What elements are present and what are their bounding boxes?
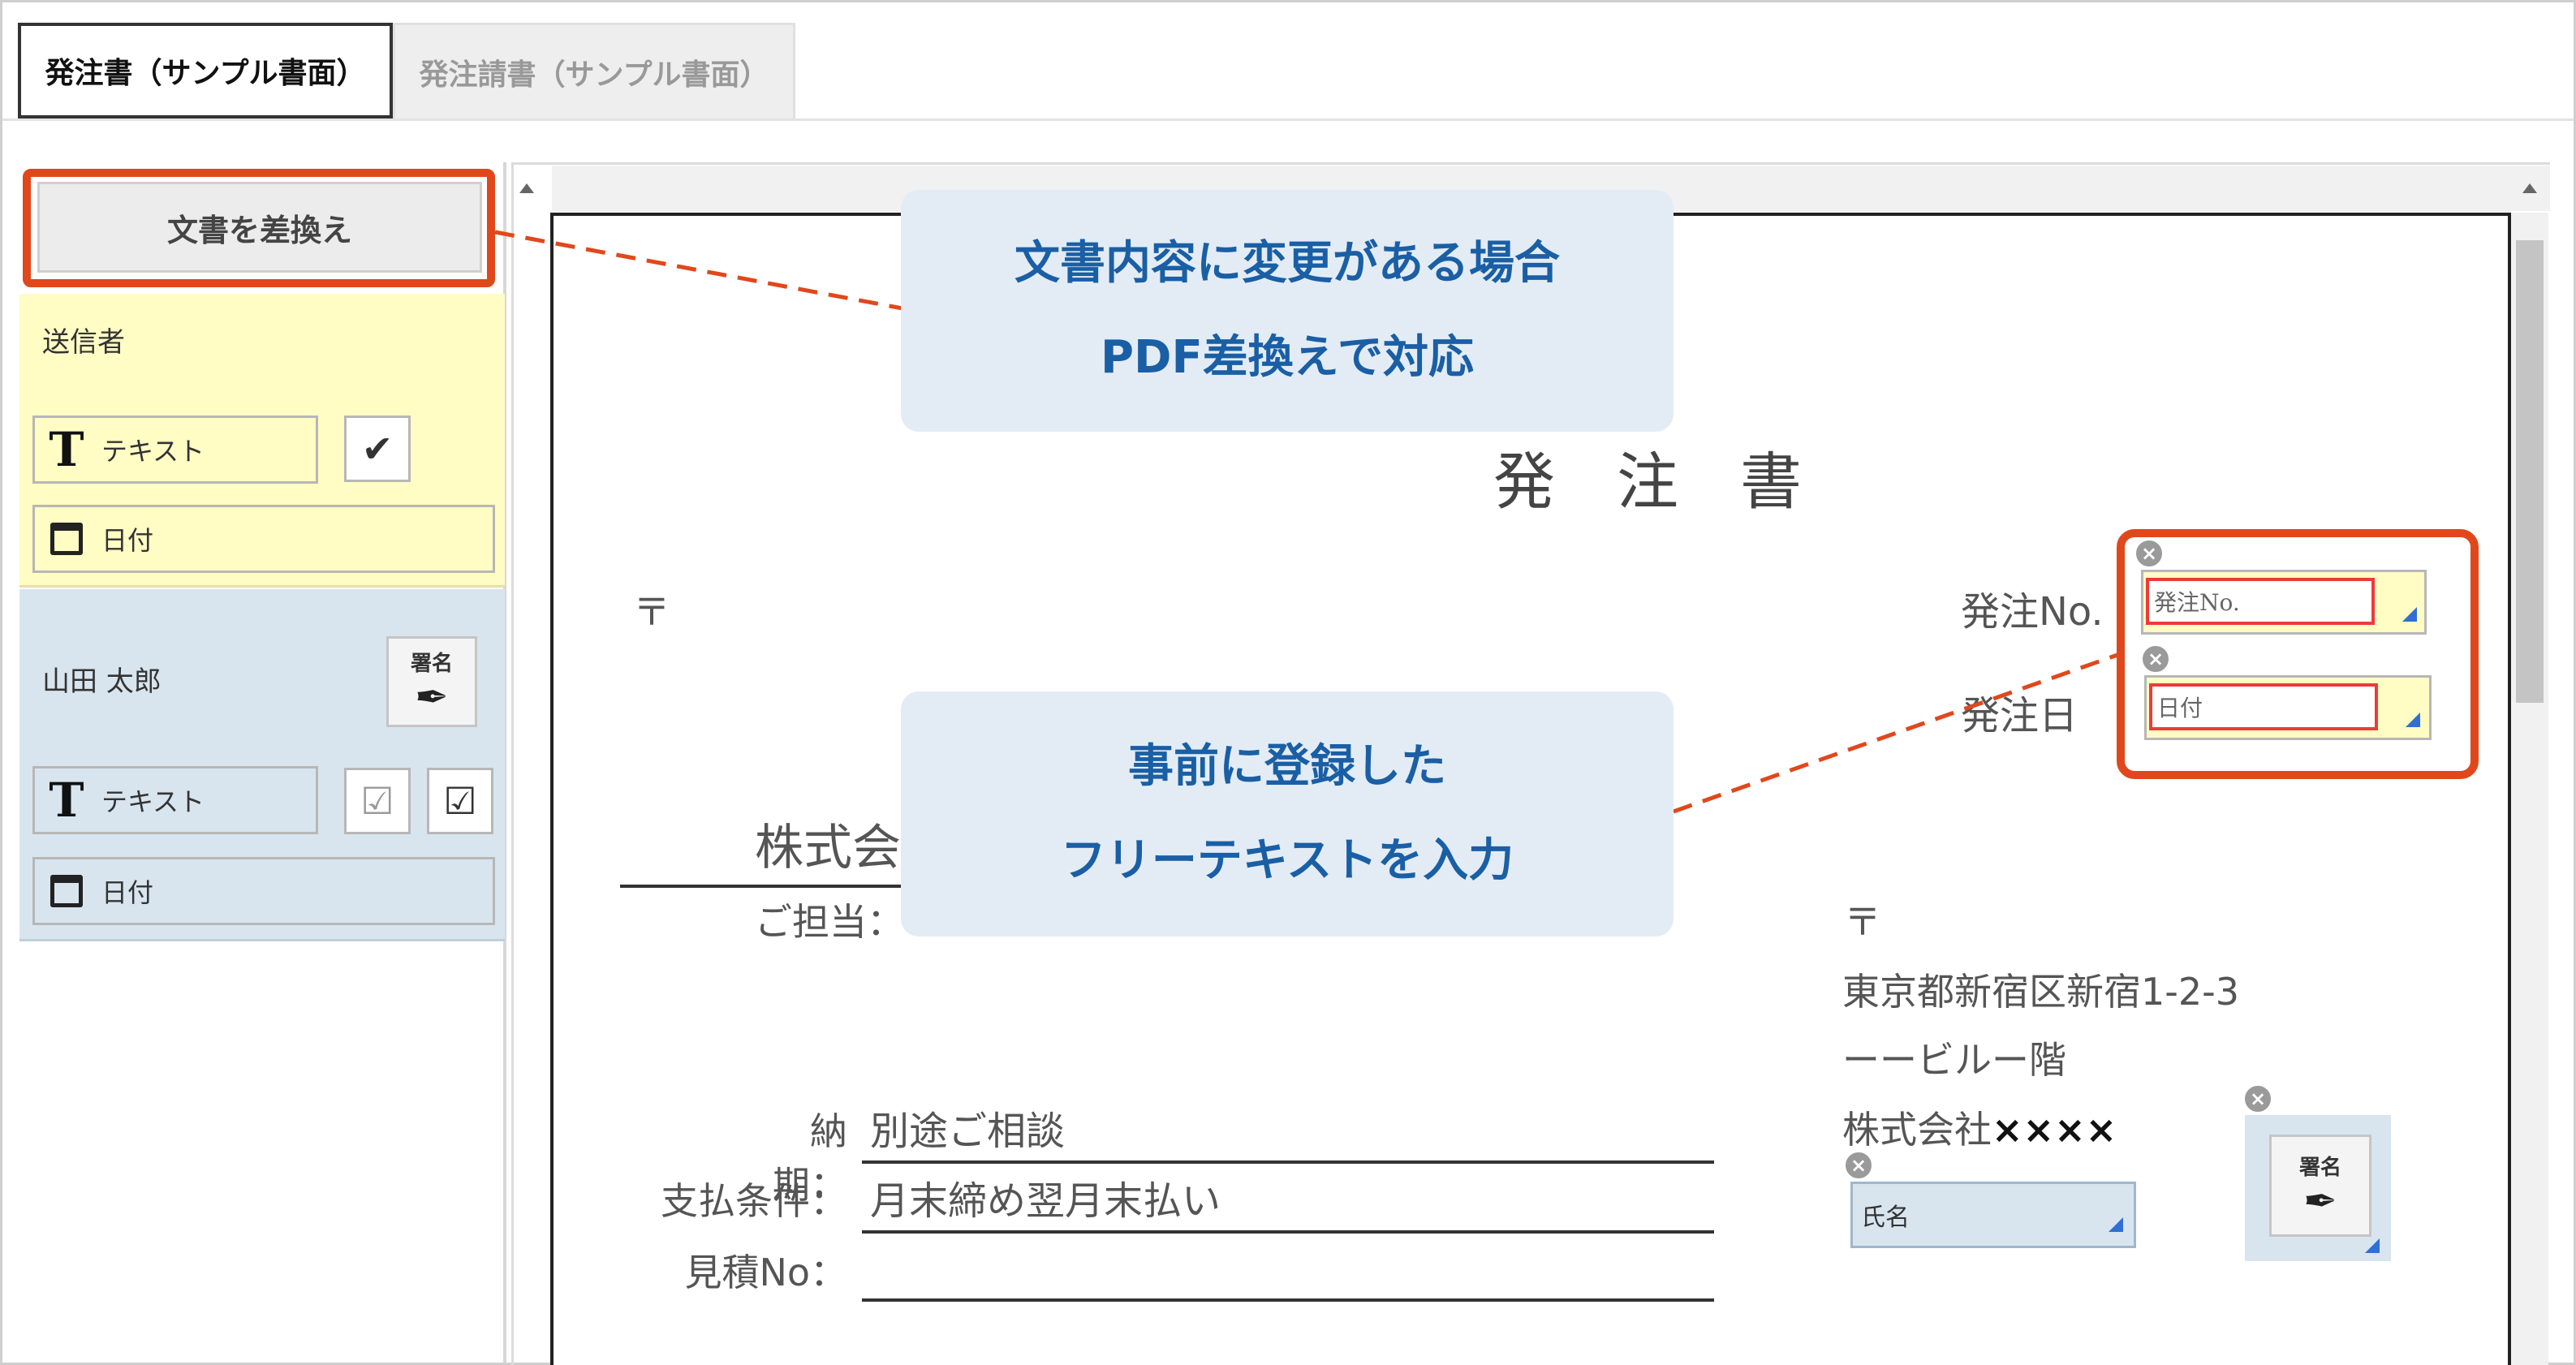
callout-freetext-line1: 事前に登録した bbox=[1128, 740, 1446, 793]
freetext-callout-connector bbox=[1673, 652, 2121, 814]
callout-freetext: 事前に登録した フリーテキストを入力 bbox=[901, 691, 1674, 937]
callout-replace-line2: PDF差換えで対応 bbox=[1100, 331, 1475, 384]
callout-freetext-line2: フリーテキストを入力 bbox=[1060, 834, 1514, 887]
replace-callout-connector bbox=[494, 230, 903, 311]
callout-replace-line1: 文書内容に変更がある場合 bbox=[1014, 237, 1560, 290]
tab-purchase-order[interactable]: 発注書（サンプル書面） bbox=[18, 23, 393, 118]
callout-replace: 文書内容に変更がある場合 PDF差換えで対応 bbox=[901, 190, 1674, 432]
